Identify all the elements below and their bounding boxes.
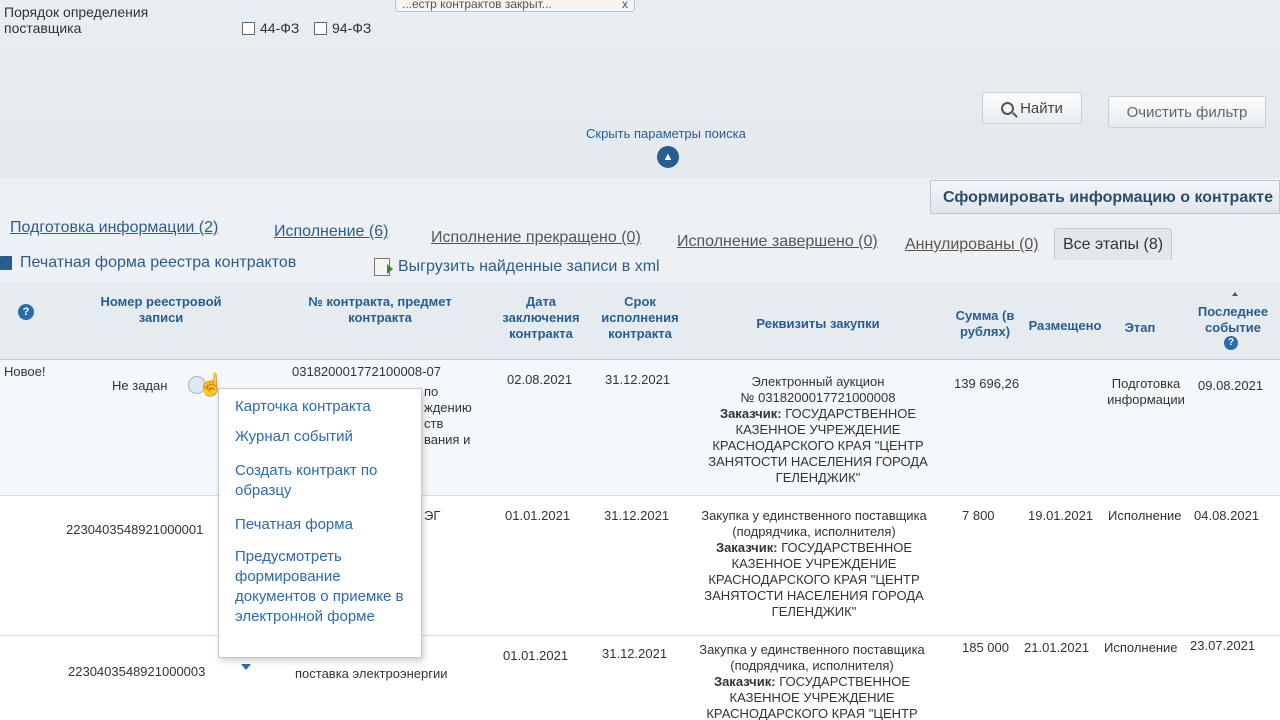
new-flag: Новое! (4, 364, 46, 379)
find-button[interactable]: Найти (982, 92, 1082, 124)
customer: Заказчик: ГОСУДАРСТВЕННОЕ КАЗЕННОЕ УЧРЕЖ… (700, 406, 936, 486)
header-execution-term[interactable]: Срок исполнения контракта (592, 294, 688, 342)
procurement-type: Закупка у единственного поставщика (подр… (699, 642, 925, 673)
procurement-details: Закупка у единственного поставщика (подр… (692, 642, 932, 720)
amount: 185 000 (962, 640, 1009, 655)
print-registry-link[interactable]: Печатная форма реестра контрактов (0, 254, 296, 272)
procurement-type: Электронный аукцион (751, 374, 885, 389)
contract-subject-fragment: вания и (424, 432, 471, 447)
menu-item-print-form[interactable]: Печатная форма (235, 515, 421, 535)
clear-filter-button[interactable]: Очистить фильтр (1108, 96, 1266, 128)
contract-actions-menu: Карточка контракта Журнал событий Создат… (218, 388, 422, 658)
search-panel: ...естр контрактов закрыт... x Порядок о… (0, 0, 1280, 178)
procurement-details: Электронный аукцион № 031820001772100000… (700, 374, 936, 486)
customer: Заказчик: ГОСУДАРСТВЕННОЕ КАЗЕННОЕ УЧРЕЖ… (694, 540, 934, 620)
contract-subject-fragment: ств (424, 416, 444, 431)
menu-item-electronic-acceptance[interactable]: Предусмотреть формирование документов о … (235, 547, 421, 627)
contracts-table: ? Номер реестровой записи № контракта, п… (0, 282, 1280, 720)
supplier-order-label: Порядок определения поставщика (4, 4, 149, 36)
execution-term: 31.12.2021 (604, 508, 670, 523)
generate-contract-info-button[interactable]: Сформировать информацию о контракте (930, 180, 1280, 214)
close-icon[interactable]: x (622, 0, 628, 11)
header-conclusion-date[interactable]: Дата заключения контракта (494, 294, 588, 342)
last-event-date: 04.08.2021 (1194, 508, 1260, 523)
export-xml-label: Выгрузить найденные записи в xml (398, 258, 660, 275)
toolbar: Печатная форма реестра контрактов Выгруз… (0, 250, 1280, 280)
browser-tab[interactable]: ...естр контрактов закрыт... x (395, 0, 635, 12)
placed-date: 21.01.2021 (1024, 640, 1090, 655)
menu-item-event-log[interactable]: Журнал событий (235, 427, 421, 447)
help-icon[interactable]: ? (1224, 336, 1238, 350)
execution-term: 31.12.2021 (605, 372, 671, 387)
amount: 139 696,26 (954, 376, 1020, 391)
contract-number[interactable]: 031820001772100008-07 (292, 364, 441, 380)
procurement-details: Закупка у единственного поставщика (подр… (694, 508, 934, 620)
procurement-number[interactable]: № 0318200017721000008 (700, 390, 936, 406)
header-last-event[interactable]: Последнее событие (1190, 304, 1276, 336)
customer: Заказчик: ГОСУДАРСТВЕННОЕ КАЗЕННОЕ УЧРЕЖ… (692, 674, 932, 720)
tab-execution[interactable]: Исполнение (6) (274, 223, 388, 241)
contract-subject-fragment: ЭГ (424, 508, 441, 523)
print-icon (0, 256, 12, 270)
law-44-checkbox[interactable]: 44-ФЗ (242, 20, 299, 36)
header-stage[interactable]: Этап (1110, 320, 1170, 336)
customer-label: Заказчик: (719, 406, 782, 421)
header-amount[interactable]: Сумма (в рублях) (948, 308, 1022, 340)
menu-scroll-down-icon[interactable] (241, 664, 251, 670)
stage: Подготовка информации (1107, 376, 1185, 407)
hide-search-params-link[interactable]: Скрыть параметры поиска (586, 126, 746, 141)
find-button-label: Найти (1020, 99, 1063, 117)
last-event-date: 23.07.2021 (1190, 638, 1256, 653)
contract-subject: поставка электроэнергии (295, 666, 448, 681)
collapse-arrow-icon[interactable]: ▲ (657, 146, 679, 168)
menu-item-create-from-template[interactable]: Создать контракт по образцу (235, 461, 421, 501)
contract-subject-fragment: ждению (424, 400, 472, 415)
law-94-checkbox[interactable]: 94-ФЗ (314, 20, 371, 36)
conclusion-date: 02.08.2021 (507, 372, 573, 387)
law-94-label: 94-ФЗ (332, 20, 372, 36)
checkbox-icon[interactable] (242, 21, 255, 35)
stage: Исполнение (1104, 640, 1178, 655)
table-row[interactable]: 2230403548921000003 поставка электроэнер… (0, 636, 1280, 720)
menu-item-contract-card[interactable]: Карточка контракта (235, 397, 421, 417)
search-icon (1001, 101, 1015, 115)
customer-label: Заказчик: (715, 540, 778, 555)
header-registry-number[interactable]: Номер реестровой записи (80, 294, 242, 326)
browser-tab-title: ...естр контрактов закрыт... (402, 0, 552, 11)
execution-term: 31.12.2021 (602, 646, 668, 661)
export-xml-link[interactable]: Выгрузить найденные записи в xml (374, 258, 660, 276)
table-header: ? Номер реестровой записи № контракта, п… (0, 282, 1280, 360)
help-icon[interactable]: ? (18, 304, 34, 320)
customer-label: Заказчик: (713, 674, 776, 689)
last-event-date: 09.08.2021 (1198, 378, 1264, 393)
law-44-label: 44-ФЗ (260, 20, 300, 36)
placed-date: 19.01.2021 (1028, 508, 1094, 523)
tab-preparation[interactable]: Подготовка информации (2) (10, 219, 218, 237)
conclusion-date: 01.01.2021 (503, 648, 569, 663)
tab-execution-completed[interactable]: Исполнение завершено (0) (677, 233, 878, 251)
header-procurement-details[interactable]: Реквизиты закупки (700, 316, 936, 332)
header-placed[interactable]: Размещено (1022, 318, 1108, 334)
table-row[interactable]: 2230403548921000001 ЭГ 01.01.2021 31.12.… (0, 496, 1280, 636)
contract-subject-fragment: по (424, 384, 439, 399)
tab-execution-terminated[interactable]: Исполнение прекращено (0) (431, 229, 641, 247)
registry-number: Не задан (112, 378, 168, 393)
sort-arrow-icon[interactable] (1232, 292, 1238, 296)
print-registry-label: Печатная форма реестра контрактов (20, 254, 297, 271)
registry-number[interactable]: 2230403548921000001 (66, 522, 203, 538)
registry-number[interactable]: 2230403548921000003 (68, 664, 205, 680)
export-icon (374, 258, 393, 276)
procurement-type: Закупка у единственного поставщика (подр… (701, 508, 927, 539)
amount: 7 800 (962, 508, 995, 523)
stage: Исполнение (1108, 508, 1182, 523)
table-row[interactable]: Новое! Не задан ☝ 031820001772100008-07 … (0, 360, 1280, 496)
header-contract-number[interactable]: № контракта, предмет контракта (280, 294, 480, 326)
clear-filter-label: Очистить фильтр (1126, 103, 1248, 121)
conclusion-date: 01.01.2021 (505, 508, 571, 523)
checkbox-icon[interactable] (314, 21, 327, 35)
